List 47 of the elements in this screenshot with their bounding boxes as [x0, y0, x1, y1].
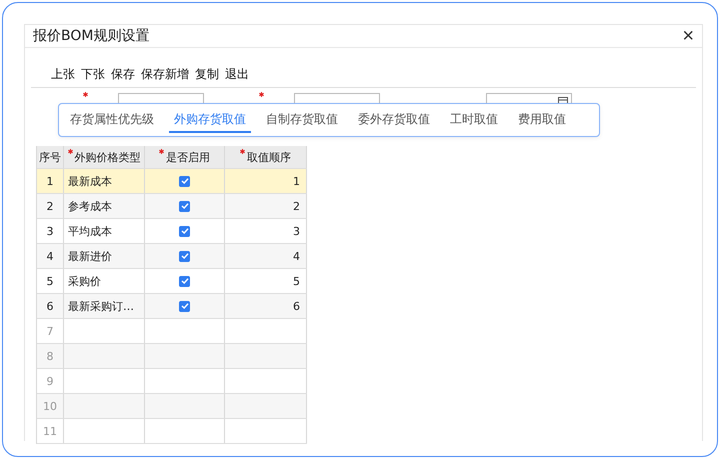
column-header: 取值顺序	[247, 150, 291, 164]
checkbox[interactable]	[179, 300, 190, 312]
table-cell: 最新进价	[68, 248, 112, 264]
toolbar-button[interactable]: 保存	[111, 66, 135, 83]
row-number: 10	[37, 394, 64, 418]
table-cell: 最新采购订…	[68, 298, 134, 314]
toolbar-button[interactable]: 下张	[81, 66, 105, 83]
table-cell: 3	[293, 224, 300, 238]
toolbar-button[interactable]: 复制	[195, 66, 219, 83]
table-cell: 2	[293, 200, 300, 212]
toolbar-button[interactable]: 保存新增	[141, 66, 189, 83]
tab[interactable]: 委外存货取值	[353, 108, 435, 132]
toolbar-button[interactable]: 上张	[51, 66, 75, 83]
row-number: 1	[37, 169, 64, 193]
row-number: 11	[37, 419, 64, 443]
tab[interactable]: 工时取值	[445, 108, 503, 132]
tab[interactable]: 费用取值	[513, 108, 571, 132]
close-button[interactable]: ×	[682, 26, 694, 46]
row-number: 8	[37, 344, 64, 368]
table-cell: 最新成本	[68, 174, 112, 188]
table-cell: 4	[293, 250, 300, 262]
table-cell: 6	[293, 300, 300, 312]
tab[interactable]: 存货属性优先级	[65, 108, 159, 132]
table-cell: 采购价	[68, 274, 101, 288]
checkbox[interactable]	[179, 200, 190, 212]
table-cell: 5	[293, 274, 300, 288]
row-number: 9	[37, 369, 64, 393]
table-cell: 1	[293, 174, 300, 188]
row-number: 2	[37, 194, 64, 218]
table-cell: 平均成本	[68, 224, 112, 238]
checkbox[interactable]	[179, 250, 190, 262]
tab[interactable]: 外购存货取值	[169, 108, 251, 132]
column-header: 是否启用	[166, 150, 210, 164]
checkbox[interactable]	[179, 276, 190, 286]
dialog-title: 报价BOM规则设置	[33, 27, 150, 45]
column-header: 序号	[39, 150, 61, 164]
table-cell: 参考成本	[68, 198, 112, 214]
tab[interactable]: 自制存货取值	[261, 108, 343, 132]
checkbox[interactable]	[179, 176, 190, 186]
row-number: 6	[37, 294, 64, 318]
row-number: 3	[37, 219, 64, 243]
column-header: 外购价格类型	[74, 150, 140, 164]
toolbar-button[interactable]: 退出	[225, 66, 249, 83]
row-number: 7	[37, 319, 64, 343]
checkbox[interactable]	[179, 226, 190, 236]
row-number: 5	[37, 269, 64, 293]
row-number: 4	[37, 244, 64, 268]
